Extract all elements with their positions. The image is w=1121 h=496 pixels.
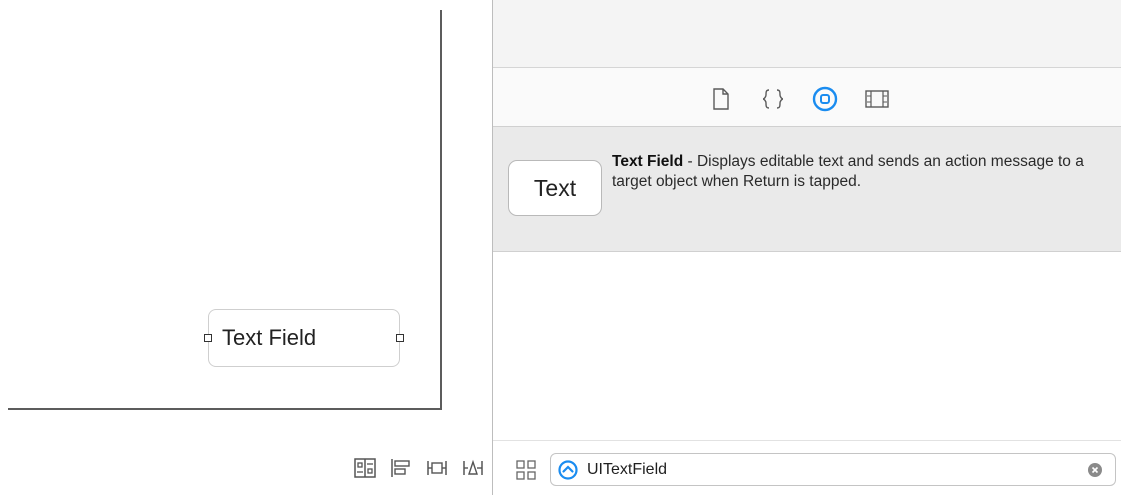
scene-border-right (440, 10, 442, 410)
grid-view-icon[interactable] (515, 459, 537, 481)
code-snippet-library-icon[interactable] (760, 86, 786, 112)
file-template-library-icon[interactable] (708, 86, 734, 112)
inspector-area (493, 0, 1121, 68)
storyboard-canvas[interactable]: Text Field (0, 0, 482, 440)
library-item-description-text: - Displays editable text and sends an ac… (612, 153, 1084, 190)
resize-handle-left[interactable] (204, 334, 212, 342)
library-item-thumbnail: Text (508, 160, 602, 216)
clear-filter-icon[interactable] (1088, 463, 1102, 477)
align-icon[interactable] (390, 458, 412, 478)
resolve-layout-issues-icon[interactable] (462, 458, 484, 478)
resize-handle-right[interactable] (396, 334, 404, 342)
filter-value: UITextField (587, 461, 668, 478)
library-item-title: Text Field (612, 153, 684, 170)
filter-object-icon (558, 460, 578, 480)
canvas-bottom-toolbar (0, 440, 492, 495)
library-tab-bar (493, 68, 1121, 127)
library-filter-input[interactable]: UITextField (550, 453, 1116, 486)
embed-in-stack-icon[interactable] (354, 458, 376, 478)
canvas-text-field[interactable]: Text Field (204, 309, 404, 367)
library-item-description: Text Field - Displays editable text and … (612, 152, 1102, 192)
library-item-text-field[interactable]: Text Text Field - Displays editable text… (493, 127, 1121, 252)
utilities-pane: Text Text Field - Displays editable text… (493, 0, 1121, 496)
object-library-icon[interactable] (812, 86, 838, 112)
media-library-icon[interactable] (864, 86, 890, 112)
scene-border-bottom (8, 408, 442, 410)
canvas-text-field-label: Text Field (222, 325, 317, 350)
add-constraints-icon[interactable] (426, 458, 448, 478)
library-filter-bar: UITextField (493, 440, 1121, 496)
